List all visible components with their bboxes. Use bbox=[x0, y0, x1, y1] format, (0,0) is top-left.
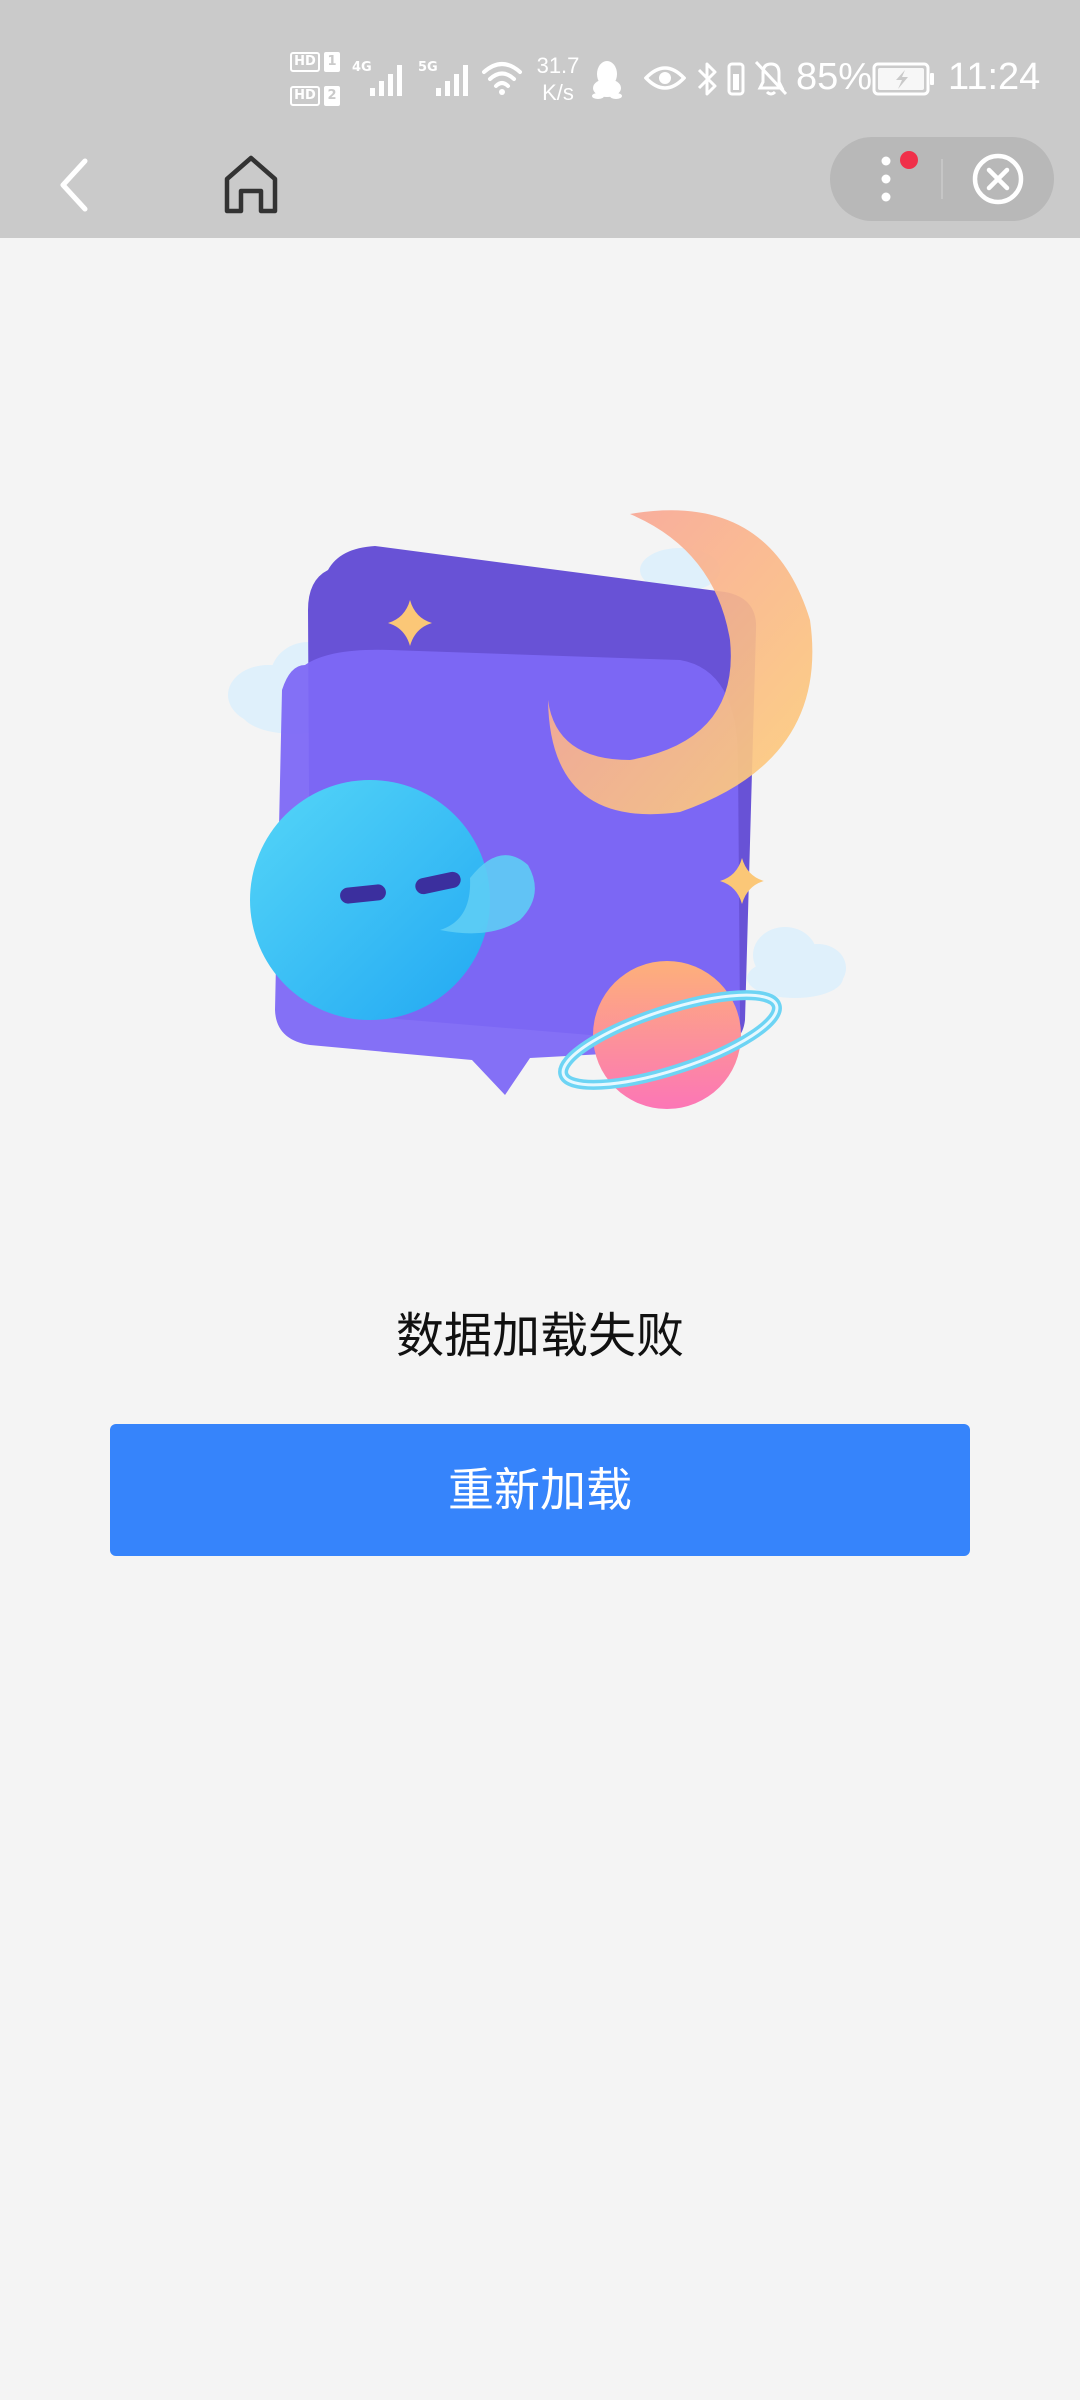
wifi-icon bbox=[482, 62, 522, 95]
load-failed-illustration bbox=[228, 510, 846, 1109]
network-speed-value: 31.7 bbox=[536, 53, 580, 78]
hd-badge-1: HD bbox=[290, 52, 320, 72]
battery-percentage: 85% bbox=[796, 56, 873, 98]
more-button[interactable] bbox=[830, 137, 942, 221]
back-button[interactable] bbox=[44, 150, 104, 220]
signal-icon bbox=[370, 65, 402, 96]
signal-icon-5g bbox=[436, 65, 468, 96]
back-icon bbox=[60, 158, 88, 212]
qq-icon bbox=[592, 61, 622, 99]
cloud-right bbox=[747, 927, 846, 998]
navigation-bar bbox=[0, 130, 1080, 238]
bluetooth-icon bbox=[697, 62, 717, 96]
more-icon bbox=[881, 156, 891, 202]
home-icon bbox=[224, 155, 278, 214]
close-icon bbox=[972, 153, 1024, 205]
battery-icon bbox=[872, 62, 934, 96]
eye-icon bbox=[644, 66, 686, 90]
vibrate-icon bbox=[727, 62, 745, 96]
notification-dot bbox=[900, 151, 918, 169]
sim-2-indicator: 2 bbox=[324, 86, 340, 106]
sim-1-indicator: 1 bbox=[324, 52, 340, 72]
close-button[interactable] bbox=[942, 137, 1054, 221]
network-speed: 31.7 K/s bbox=[528, 52, 588, 106]
network-speed-unit: K/s bbox=[542, 80, 574, 105]
home-button[interactable] bbox=[216, 148, 286, 220]
hd-badge-2: HD bbox=[290, 86, 320, 106]
mini-program-capsule bbox=[830, 137, 1054, 221]
reload-button[interactable]: 重新加载 bbox=[110, 1424, 970, 1556]
error-message: 数据加载失败 bbox=[395, 1308, 684, 1364]
clock: 11:24 bbox=[948, 56, 1041, 98]
bell-off-icon bbox=[754, 60, 788, 96]
